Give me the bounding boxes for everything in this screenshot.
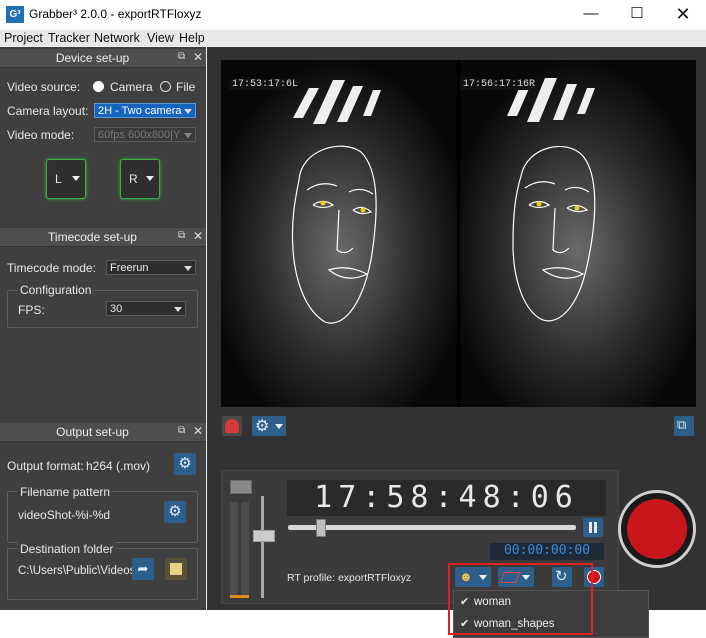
output-format-value: h264 (.mov): [86, 459, 151, 473]
right-camera-timecode: 17:56:17:16R: [460, 79, 539, 90]
destination-folder-label: Destination folder: [18, 542, 116, 556]
maximize-button[interactable]: ☐: [614, 0, 660, 30]
title-bar: G³ Grabber³ 2.0.0 - exportRTFloxyz — ☐ ✕: [0, 0, 706, 30]
video-mode-select[interactable]: 60fps 600x800|Y: [94, 127, 196, 142]
chevron-down-icon: [275, 424, 283, 429]
menu-view[interactable]: View: [147, 31, 174, 45]
file-radio[interactable]: [160, 81, 171, 92]
output-setup-title: Output set-up: [56, 425, 129, 439]
scrub-track[interactable]: [288, 525, 576, 530]
gain-slider-track: [261, 496, 264, 598]
timecode-display: 17:58:48:06: [287, 480, 606, 516]
left-panel: Device set-up ⧉ ✕ Video source: Camera F…: [0, 47, 206, 638]
device-setup-title: Device set-up: [55, 51, 130, 65]
output-setup-header: Output set-up ⧉ ✕: [0, 423, 206, 442]
chevron-down-icon: [72, 176, 80, 181]
configuration-label: Configuration: [18, 283, 94, 297]
window-title: Grabber³ 2.0.0 - exportRTFloxyz: [29, 7, 202, 21]
camera-layout-label: Camera layout:: [7, 104, 89, 118]
video-mode-value: 60fps 600x800|Y: [98, 129, 181, 141]
timecode-setup-title: Timecode set-up: [48, 230, 137, 244]
dual-camera-feed: [221, 60, 696, 407]
fps-value: 30: [110, 303, 123, 315]
highlight-box: [448, 563, 593, 635]
ghost-button[interactable]: [222, 416, 242, 436]
chevron-down-icon: [184, 109, 192, 114]
video-preview: 17:53:17:6L 17:56:17:16R: [221, 60, 696, 407]
output-format-settings-icon[interactable]: ⚙: [174, 453, 196, 475]
destination-folder-value: C:\Users\Public\Videos: [18, 565, 136, 577]
menu-network[interactable]: Network: [94, 31, 140, 45]
chevron-down-icon: [184, 133, 192, 138]
file-radio-label: File: [176, 80, 196, 94]
camera-left-button[interactable]: L: [46, 159, 86, 199]
output-format-label: Output format:: [7, 459, 84, 473]
timecode-setup-header: Timecode set-up ⧉ ✕: [0, 228, 206, 247]
ghost-icon: [225, 419, 239, 433]
share-arrow-icon[interactable]: ➦: [132, 558, 154, 580]
timecode-mode-value: Freerun: [110, 262, 149, 274]
level-meter-right: [241, 502, 249, 598]
fps-select[interactable]: 30: [106, 301, 186, 316]
windows-icon: ⧉: [677, 417, 687, 432]
menu-project[interactable]: Project: [4, 31, 43, 45]
gain-slider-handle[interactable]: [253, 530, 275, 542]
app-icon: G³: [6, 6, 24, 23]
camera-right-label: R: [129, 172, 138, 186]
folder-icon[interactable]: [165, 558, 187, 580]
level-meter-peak: [230, 595, 249, 598]
menu-bar: Project Tracker Network View Help: [0, 30, 706, 46]
chevron-down-icon: [184, 266, 192, 271]
video-source-label: Video source:: [7, 80, 81, 94]
video-mode-label: Video mode:: [7, 128, 75, 142]
close-button[interactable]: ✕: [660, 0, 706, 30]
scrub-handle[interactable]: [315, 519, 326, 537]
elapsed-timecode: 00:00:00:00: [503, 543, 591, 558]
filename-pattern-label: Filename pattern: [18, 485, 113, 499]
level-meter-left: [230, 502, 238, 598]
fps-label: FPS:: [18, 303, 45, 317]
filename-settings-icon[interactable]: ⚙: [164, 501, 186, 523]
gear-icon: ⚙: [255, 418, 270, 435]
minimize-button[interactable]: —: [568, 0, 614, 30]
float-icon[interactable]: ⧉: [178, 51, 185, 62]
menu-help[interactable]: Help: [179, 31, 205, 45]
record-button[interactable]: [618, 490, 696, 568]
elapsed-display: 00:00:00:00: [490, 543, 604, 560]
chevron-down-icon: [146, 176, 154, 181]
pause-icon: [589, 522, 592, 533]
close-icon[interactable]: ✕: [193, 424, 203, 438]
rt-profile-label: RT profile: exportRTFloxyz: [287, 572, 412, 584]
close-icon[interactable]: ✕: [193, 229, 203, 243]
timecode-mode-select[interactable]: Freerun: [106, 260, 196, 275]
camera-right-button[interactable]: R: [120, 159, 160, 199]
device-setup-header: Device set-up ⧉ ✕: [0, 49, 206, 68]
menu-tracker[interactable]: Tracker: [48, 31, 90, 45]
camera-radio[interactable]: [93, 81, 104, 92]
float-icon[interactable]: ⧉: [178, 425, 185, 436]
float-icon[interactable]: ⧉: [178, 230, 185, 241]
camera-left-label: L: [55, 172, 62, 186]
camera-layout-value: 2H - Two camera: [98, 105, 182, 117]
filename-pattern-value: videoShot-%i-%d: [18, 508, 111, 522]
close-icon[interactable]: ✕: [193, 50, 203, 64]
timecode-mode-label: Timecode mode:: [7, 261, 96, 275]
detach-view-button[interactable]: ⧉: [674, 416, 694, 436]
meter-reset-button[interactable]: [230, 480, 252, 494]
current-timecode: 17:58:48:06: [314, 480, 579, 515]
camera-radio-label: Camera: [110, 80, 153, 94]
left-camera-timecode: 17:53:17:6L: [229, 79, 302, 90]
view-settings-button[interactable]: ⚙: [252, 416, 286, 436]
record-icon: [627, 499, 687, 559]
chevron-down-icon: [174, 307, 182, 312]
camera-layout-select[interactable]: 2H - Two camera: [94, 103, 196, 118]
pause-button[interactable]: [583, 518, 603, 537]
